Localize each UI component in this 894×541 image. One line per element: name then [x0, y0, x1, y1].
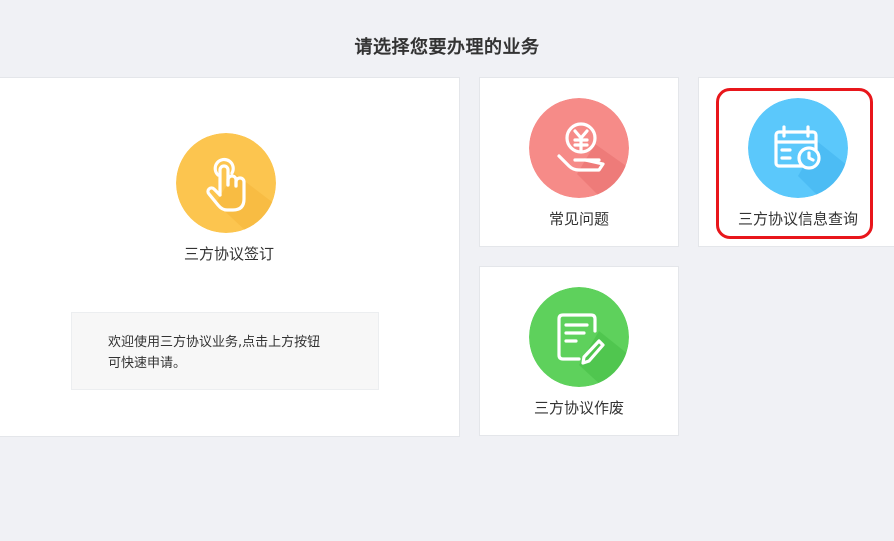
agreement-void-label: 三方协议作废	[533, 399, 624, 417]
notice-line-2: 可快速申请。	[108, 356, 187, 371]
sign-agreement-label: 三方协议签订	[183, 245, 274, 263]
document-edit-icon	[529, 287, 629, 387]
welcome-notice: 欢迎使用三方协议业务,点击上方按钮 可快速申请。	[71, 312, 379, 390]
faq-card[interactable]: 常见问题	[479, 77, 679, 247]
yuan-hand-icon	[529, 98, 629, 198]
agreement-query-label: 三方协议信息查询	[737, 210, 858, 228]
agreement-query-card[interactable]: 三方协议信息查询	[698, 77, 894, 247]
tap-finger-icon	[176, 133, 276, 233]
calendar-clock-icon	[748, 98, 848, 198]
faq-label: 常见问题	[548, 210, 609, 228]
notice-line-1: 欢迎使用三方协议业务,点击上方按钮	[108, 335, 321, 350]
sign-agreement-card[interactable]: 三方协议签订 欢迎使用三方协议业务,点击上方按钮 可快速申请。	[0, 77, 460, 437]
page-title: 请选择您要办理的业务	[354, 37, 540, 58]
agreement-void-card[interactable]: 三方协议作废	[479, 266, 679, 436]
